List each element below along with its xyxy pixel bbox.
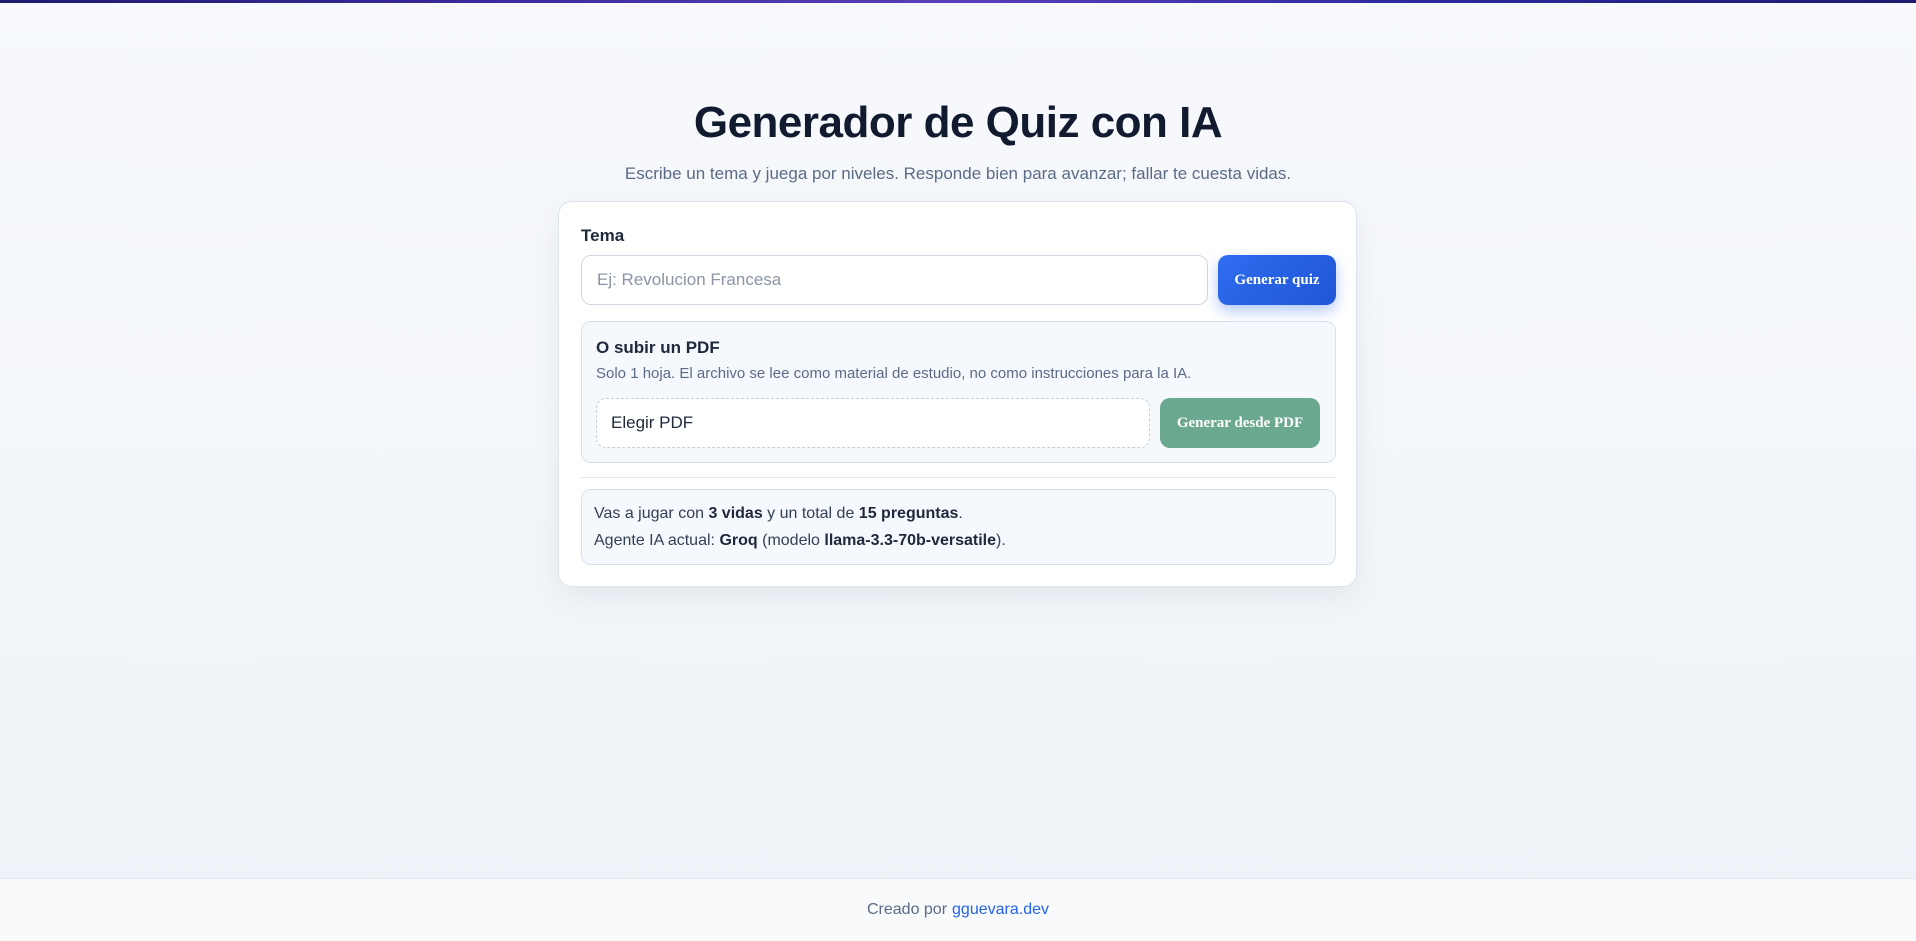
agent-name: Groq bbox=[719, 532, 758, 549]
pdf-section-title: O subir un PDF bbox=[596, 338, 720, 357]
divider bbox=[581, 477, 1336, 478]
lives-suffix-text: . bbox=[958, 505, 963, 522]
quiz-card: Tema Generar quiz O subir un PDF Solo 1 … bbox=[558, 201, 1357, 587]
pdf-section-description: Solo 1 hoja. El archivo se lee como mate… bbox=[596, 365, 1192, 382]
game-info-panel: Vas a jugar con 3 vidas y un total de 15… bbox=[581, 489, 1336, 565]
footer-author-link[interactable]: gguevara.dev bbox=[952, 901, 1049, 919]
lives-count: 3 vidas bbox=[708, 505, 763, 522]
footer-credit-text: Creado por bbox=[866, 901, 948, 918]
generate-from-pdf-button[interactable]: Generar desde PDF bbox=[1160, 398, 1320, 448]
lives-prefix-text: Vas a jugar con bbox=[594, 505, 704, 522]
agent-prefix-text: Agente IA actual: bbox=[594, 532, 715, 549]
model-name: llama-3.3-70b-versatile bbox=[824, 532, 997, 549]
pdf-upload-panel: O subir un PDF Solo 1 hoja. El archivo s… bbox=[581, 321, 1336, 463]
choose-pdf-label: Elegir PDF bbox=[611, 413, 694, 432]
choose-pdf-field[interactable]: Elegir PDF bbox=[596, 398, 1150, 448]
topic-label: Tema bbox=[581, 226, 625, 245]
page-footer: Creado por gguevara.dev bbox=[0, 878, 1916, 941]
generate-quiz-button[interactable]: Generar quiz bbox=[1218, 255, 1336, 305]
lives-info-line: Vas a jugar con 3 vidas y un total de 15… bbox=[594, 500, 1323, 527]
model-prefix-text: (modelo bbox=[762, 532, 820, 549]
topic-input[interactable] bbox=[581, 255, 1208, 305]
main-content: Generador de Quiz con IA Escribe un tema… bbox=[0, 0, 1916, 878]
lives-middle-text: y un total de bbox=[767, 505, 855, 522]
page-subtitle: Escribe un tema y juega por niveles. Res… bbox=[624, 164, 1292, 183]
agent-suffix-text: ). bbox=[996, 532, 1006, 549]
questions-count: 15 preguntas bbox=[858, 505, 959, 522]
agent-info-line: Agente IA actual: Groq (modelo llama-3.3… bbox=[594, 527, 1323, 554]
page-title: Generador de Quiz con IA bbox=[693, 98, 1223, 147]
